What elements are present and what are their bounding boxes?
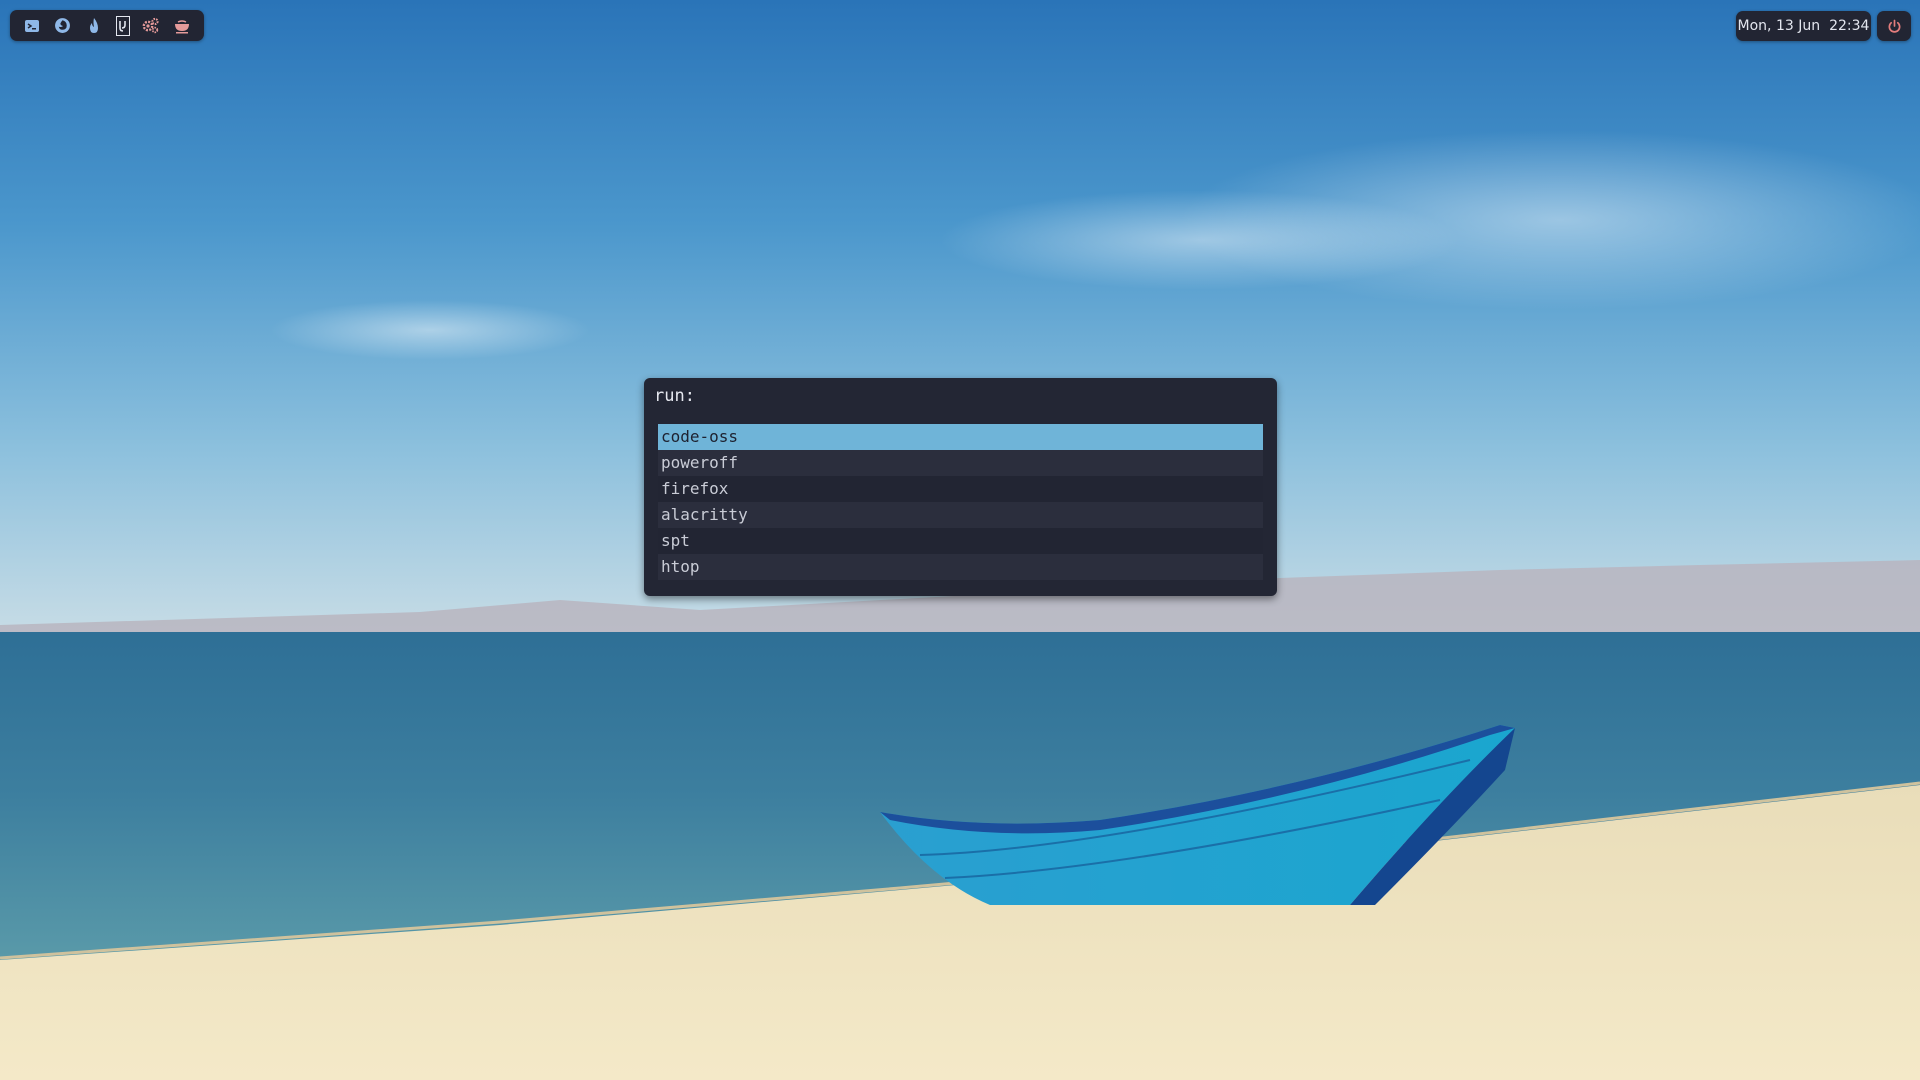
- gears-icon: [143, 17, 160, 34]
- power-icon: [1888, 19, 1900, 33]
- code-editor-icon: [118, 20, 126, 32]
- teapot-icon: [175, 19, 190, 33]
- run-result-item[interactable]: poweroff: [658, 450, 1263, 476]
- run-result-item[interactable]: spt: [658, 528, 1263, 554]
- desktop: Mon, 13 Jun 22:34 run: code-oss poweroff f…: [0, 0, 1920, 1080]
- run-result-item[interactable]: firefox: [658, 476, 1263, 502]
- run-prompt-row: run:: [654, 386, 1203, 406]
- run-prompt-label: run:: [654, 386, 695, 406]
- flame-launcher[interactable]: [82, 14, 106, 38]
- terminal-launcher[interactable]: [20, 14, 44, 38]
- app-launcher-bar: [10, 10, 204, 41]
- run-launcher: run: code-oss poweroff firefox alacritty spt…: [644, 378, 1277, 596]
- terminal-icon: [24, 19, 39, 32]
- run-input[interactable]: [702, 386, 1203, 406]
- firefox-launcher[interactable]: [51, 14, 75, 38]
- code-editor-launcher[interactable]: [114, 14, 132, 38]
- run-results-list: code-oss poweroff firefox alacritty spt htop: [658, 424, 1263, 580]
- clock-widget[interactable]: Mon, 13 Jun 22:34: [1736, 11, 1871, 41]
- clock-time: 22:34: [1829, 18, 1870, 34]
- run-result-item[interactable]: htop: [658, 554, 1263, 580]
- run-result-item[interactable]: code-oss: [658, 424, 1263, 450]
- firefox-icon: [55, 18, 71, 33]
- clock-date: Mon, 13 Jun: [1737, 18, 1821, 34]
- settings-launcher[interactable]: [139, 14, 163, 38]
- run-result-item[interactable]: alacritty: [658, 502, 1263, 528]
- power-button[interactable]: [1877, 11, 1911, 41]
- flame-icon: [90, 17, 99, 33]
- teapot-launcher[interactable]: [170, 14, 194, 38]
